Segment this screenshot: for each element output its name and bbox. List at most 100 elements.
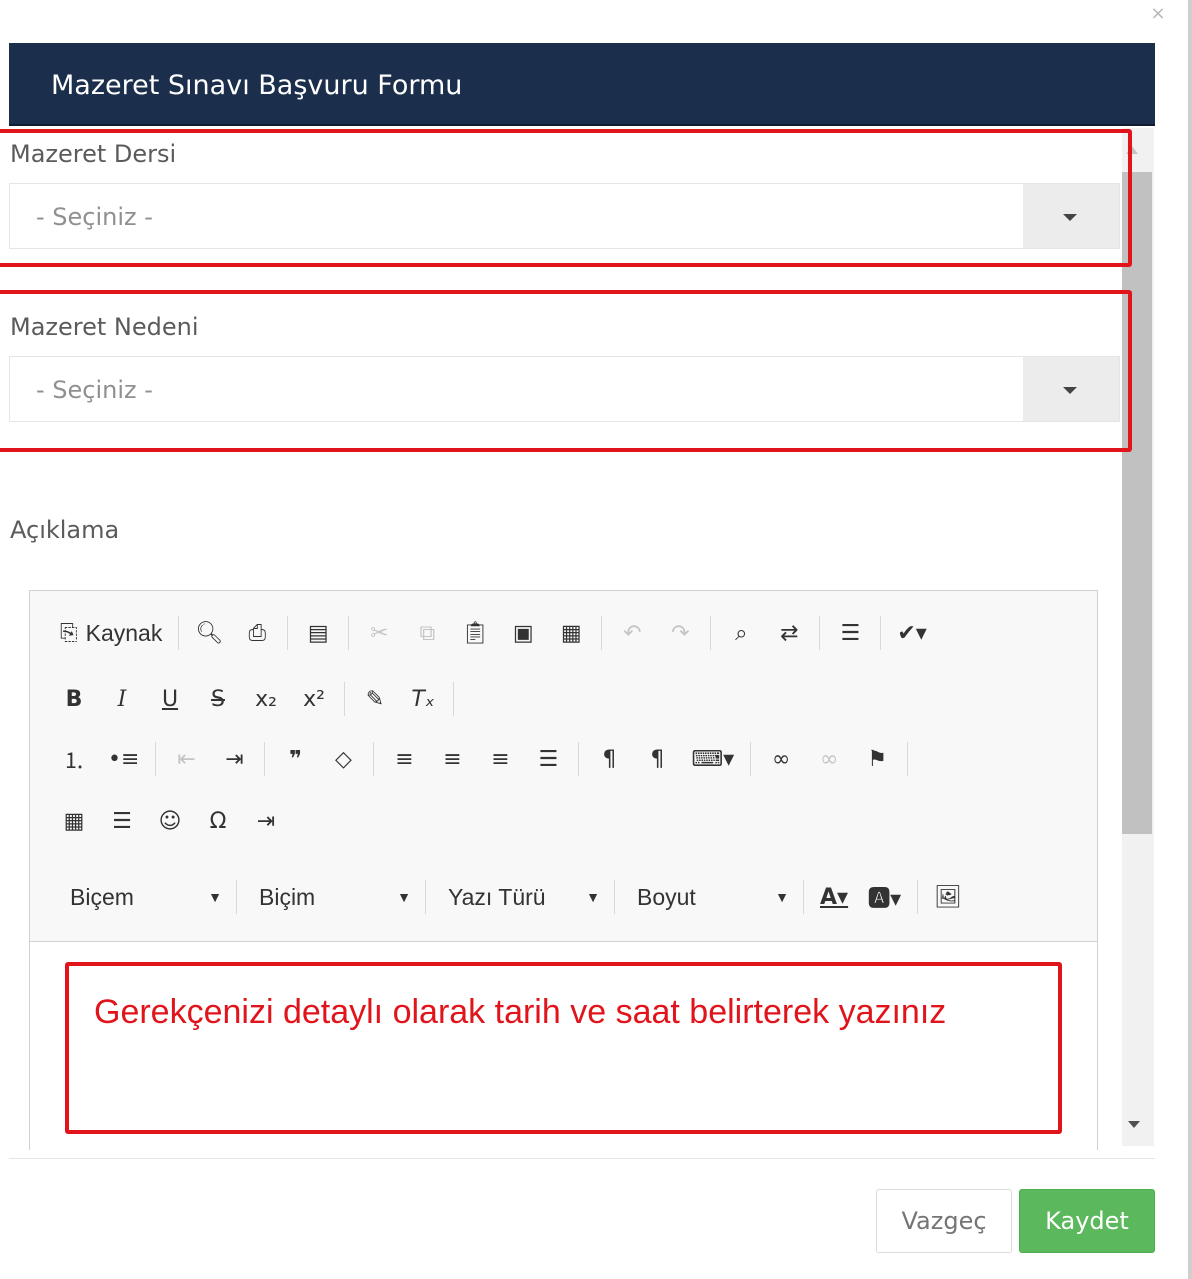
smiley-icon[interactable]: ☺: [150, 801, 190, 841]
toolbar-separator: [453, 682, 454, 716]
spellcheck-icon[interactable]: ✔▾: [891, 613, 932, 653]
course-select-toggle[interactable]: [1023, 184, 1119, 248]
image-icon[interactable]: 🖼︎: [928, 877, 968, 917]
align-left-icon[interactable]: ≡: [384, 739, 424, 779]
superscript-icon[interactable]: x²: [294, 679, 334, 719]
toolbar-separator: [264, 742, 266, 776]
reason-select[interactable]: - Seçiniz -: [9, 356, 1120, 422]
footer-divider: [9, 1158, 1155, 1159]
bold-icon[interactable]: B: [54, 679, 94, 719]
create-div-icon[interactable]: ◇: [323, 739, 363, 779]
toolbar-separator: [750, 742, 752, 776]
reason-label: Mazeret Nedeni: [10, 313, 199, 341]
toolbar-separator: [907, 742, 909, 776]
paste-icon[interactable]: 📋︎: [455, 613, 495, 653]
toolbar-row-4: ▦ ☰ ☺ Ω ⇥: [54, 799, 294, 843]
copy-icon[interactable]: ⧉: [407, 613, 447, 653]
editor-content[interactable]: Gerekçenizi detaylı olarak tarih ve saat…: [30, 943, 1097, 1150]
remove-format-icon[interactable]: Tₓ: [403, 679, 443, 719]
source-button[interactable]: ⎘ Kaynak: [54, 613, 168, 653]
size-combo[interactable]: Boyut ▼: [625, 876, 801, 918]
font-combo[interactable]: Yazı Türü ▼: [436, 876, 612, 918]
toolbar-row-3: ⒈ •≡ ⇤ ⇥ ❞ ◇ ≡ ≡ ≡ ☰ ¶ ¶ ⌨▾ ∞ ∞ ⚑: [54, 737, 918, 781]
text-color-icon[interactable]: A▾: [814, 877, 854, 917]
outdent-icon[interactable]: ⇤: [166, 739, 206, 779]
link-icon[interactable]: ∞: [761, 739, 801, 779]
chevron-down-icon: [1063, 387, 1077, 394]
toolbar-separator: [373, 742, 375, 776]
caret-down-icon: ▼: [586, 889, 600, 905]
editor-content-text: Gerekçenizi detaylı olarak tarih ve saat…: [94, 993, 947, 1031]
modal-header: Mazeret Sınavı Başvuru Formu: [9, 43, 1155, 126]
scroll-up-arrow-icon[interactable]: [1126, 146, 1138, 154]
paste-text-icon[interactable]: ▣: [503, 613, 543, 653]
find-icon[interactable]: ⌕: [721, 613, 761, 653]
close-icon[interactable]: ×: [1148, 2, 1168, 26]
templates-icon[interactable]: ▤: [298, 613, 338, 653]
toolbar-separator: [236, 880, 237, 914]
preview-icon[interactable]: 🔍︎: [189, 613, 229, 653]
style-combo[interactable]: Biçem ▼: [58, 876, 234, 918]
scroll-down-arrow-icon[interactable]: [1128, 1121, 1140, 1128]
toolbar-separator: [917, 880, 919, 914]
course-select[interactable]: - Seçiniz -: [9, 183, 1120, 249]
paste-word-icon[interactable]: ▦: [551, 613, 591, 653]
toolbar-separator: [880, 616, 882, 650]
reason-select-toggle[interactable]: [1023, 357, 1119, 421]
rich-text-editor: ⎘ Kaynak 🔍︎ ⎙ ▤ ✂ ⧉ 📋︎ ▣ ▦ ↶ ↷ ⌕ ⇄ ☰ ✔▾ B: [29, 590, 1098, 1150]
table-icon[interactable]: ▦: [54, 801, 94, 841]
redo-icon[interactable]: ↷: [660, 613, 700, 653]
format-combo-label: Biçim: [259, 883, 316, 910]
unlink-icon[interactable]: ∞: [809, 739, 849, 779]
toolbar-row-1: ⎘ Kaynak 🔍︎ ⎙ ▤ ✂ ⧉ 📋︎ ▣ ▦ ↶ ↷ ⌕ ⇄ ☰ ✔▾: [54, 611, 941, 655]
align-justify-icon[interactable]: ☰: [528, 739, 568, 779]
toolbar-separator: [710, 616, 712, 650]
chevron-down-icon: [1063, 214, 1077, 221]
italic-icon[interactable]: I: [102, 679, 142, 719]
copy-format-icon[interactable]: ✎: [355, 679, 395, 719]
editor-toolbar: ⎘ Kaynak 🔍︎ ⎙ ▤ ✂ ⧉ 📋︎ ▣ ▦ ↶ ↷ ⌕ ⇄ ☰ ✔▾ B: [30, 591, 1097, 942]
font-combo-label: Yazı Türü: [448, 883, 546, 910]
source-label: Kaynak: [85, 619, 163, 646]
caret-down-icon: ▼: [775, 889, 789, 905]
numbered-list-icon[interactable]: ⒈: [54, 739, 94, 779]
toolbar-separator: [344, 682, 345, 716]
save-button[interactable]: Kaydet: [1019, 1189, 1155, 1253]
format-combo[interactable]: Biçim ▼: [247, 876, 423, 918]
language-icon[interactable]: ⌨▾: [685, 739, 740, 779]
replace-icon[interactable]: ⇄: [769, 613, 809, 653]
scrollbar-thumb[interactable]: [1122, 172, 1152, 834]
subscript-icon[interactable]: x₂: [246, 679, 286, 719]
bulleted-list-icon[interactable]: •≡: [102, 739, 145, 779]
indent-icon[interactable]: ⇥: [214, 739, 254, 779]
toolbar-separator: [819, 616, 821, 650]
toolbar-separator: [601, 616, 603, 650]
toolbar-separator: [287, 616, 289, 650]
caret-down-icon: ▼: [208, 889, 222, 905]
underline-icon[interactable]: U: [150, 679, 190, 719]
strikethrough-icon[interactable]: S: [198, 679, 238, 719]
special-character-icon[interactable]: Ω: [198, 801, 238, 841]
toolbar-separator: [578, 742, 580, 776]
horizontal-line-icon[interactable]: ☰: [102, 801, 142, 841]
select-all-icon[interactable]: ☰: [830, 613, 870, 653]
anchor-flag-icon[interactable]: ⚑: [857, 739, 897, 779]
rtl-icon[interactable]: ¶: [637, 739, 677, 779]
toolbar-separator: [348, 616, 350, 650]
page-break-icon[interactable]: ⇥: [246, 801, 286, 841]
align-right-icon[interactable]: ≡: [480, 739, 520, 779]
blockquote-icon[interactable]: ❞: [275, 739, 315, 779]
cancel-button[interactable]: Vazgeç: [876, 1189, 1012, 1253]
toolbar-separator: [425, 880, 426, 914]
background-color-icon[interactable]: 🅰▾: [862, 877, 907, 917]
toolbar-separator: [178, 616, 180, 650]
cut-icon[interactable]: ✂: [359, 613, 399, 653]
ltr-icon[interactable]: ¶: [589, 739, 629, 779]
page-edge: [1188, 0, 1192, 1279]
undo-icon[interactable]: ↶: [612, 613, 652, 653]
course-select-value: - Seçiniz -: [36, 203, 153, 231]
align-center-icon[interactable]: ≡: [432, 739, 472, 779]
modal-title: Mazeret Sınavı Başvuru Formu: [51, 70, 463, 101]
toolbar-separator: [803, 880, 804, 914]
print-icon[interactable]: ⎙: [237, 613, 277, 653]
